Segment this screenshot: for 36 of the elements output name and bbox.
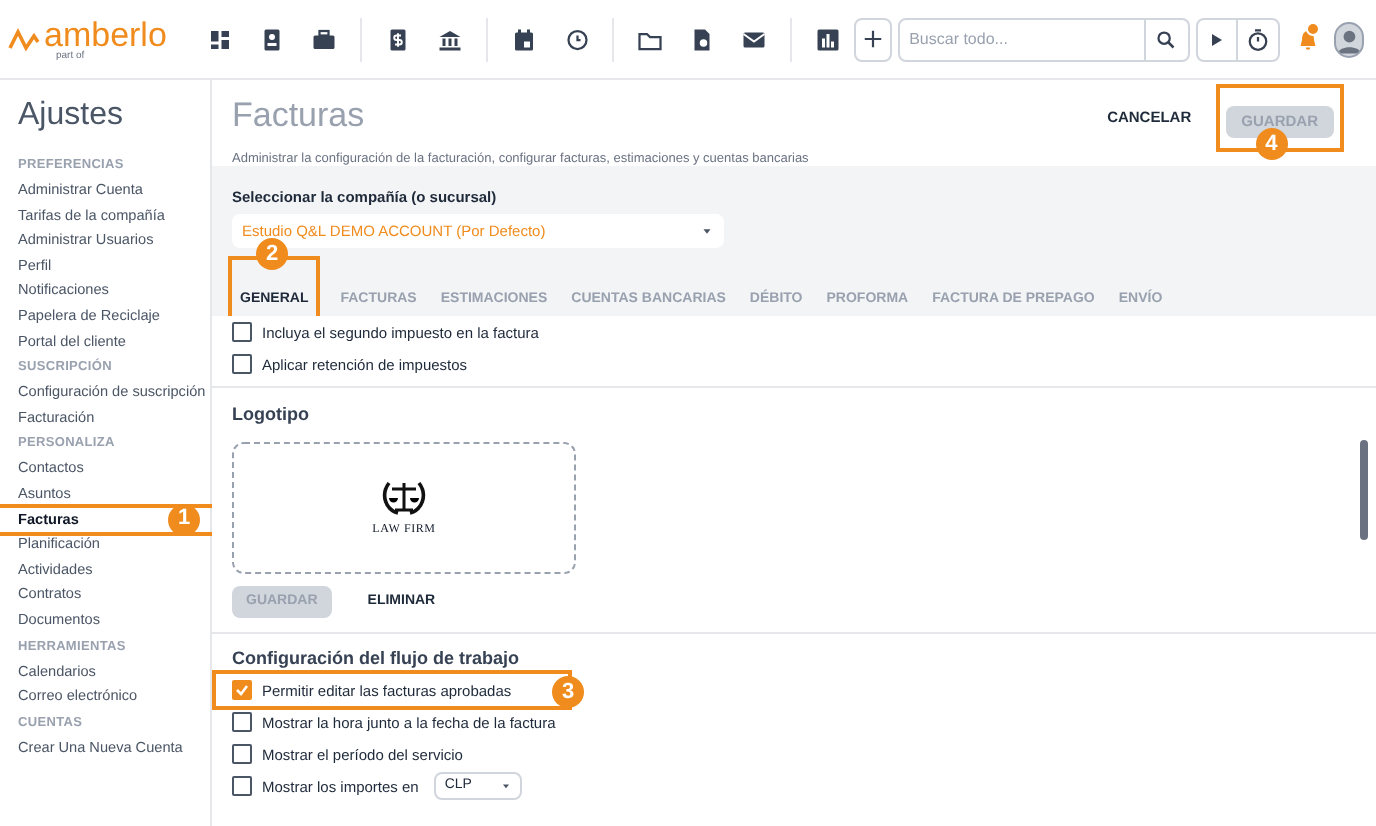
callout-badge: 3 xyxy=(552,676,584,709)
logo-text: amberlo xyxy=(44,17,167,51)
bar-chart-icon[interactable] xyxy=(815,27,840,51)
bank-icon[interactable] xyxy=(438,27,463,51)
caret-icon xyxy=(700,224,714,239)
checkbox[interactable] xyxy=(232,354,252,375)
search-field[interactable]: Buscar todo... xyxy=(897,17,1146,61)
search-button[interactable] xyxy=(1145,17,1190,61)
checkbox[interactable] xyxy=(232,322,252,343)
play-icon xyxy=(1208,31,1225,47)
search-icon[interactable] xyxy=(1156,29,1177,49)
wave-logo-icon xyxy=(8,23,40,55)
section-title: Logotipo xyxy=(232,402,311,429)
calendar-icon[interactable] xyxy=(512,27,537,51)
add-button[interactable] xyxy=(853,17,892,61)
scrollbar-thumb[interactable] xyxy=(1360,440,1368,541)
callout-badge: 4 xyxy=(1255,128,1288,160)
dashboard-icon[interactable] xyxy=(208,27,233,51)
sidebar-title: Ajustes xyxy=(18,96,125,136)
checkbox[interactable] xyxy=(232,744,252,765)
callout-badge: 2 xyxy=(256,238,288,271)
callout-badge: 1 xyxy=(168,503,200,536)
dollar-document-icon[interactable] xyxy=(386,27,411,51)
stopwatch-icon xyxy=(1245,27,1270,51)
checkbox[interactable] xyxy=(232,712,252,733)
caret-icon xyxy=(500,780,513,793)
checkbox[interactable] xyxy=(232,776,252,797)
briefcase-icon[interactable] xyxy=(312,27,337,51)
contact-card-icon[interactable] xyxy=(260,27,285,51)
envelope-icon[interactable] xyxy=(741,27,766,51)
folder-icon[interactable] xyxy=(637,27,662,51)
section-title: Configuración del flujo de trabajo xyxy=(232,645,522,672)
checkbox[interactable] xyxy=(232,680,252,701)
avatar[interactable] xyxy=(1333,21,1365,57)
page-title: Facturas xyxy=(232,94,367,138)
plus-icon xyxy=(861,28,884,50)
